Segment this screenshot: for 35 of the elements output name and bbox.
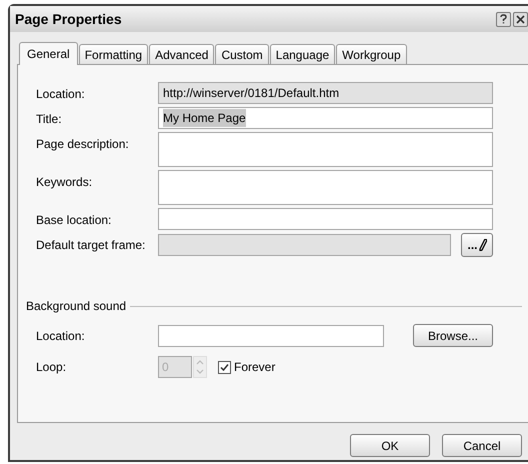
field-label: Keywords:	[36, 174, 94, 191]
group-heading: Background sound	[26, 298, 126, 315]
checkbox-label: Forever	[234, 359, 276, 376]
dialog-button[interactable]: Cancel	[442, 434, 522, 457]
text-area[interactable]	[158, 132, 493, 167]
dialog-button[interactable]: OK	[350, 434, 430, 457]
text-field[interactable]	[158, 324, 384, 346]
field-value: http://winserver/0181/Default.htm	[163, 85, 340, 102]
help-icon	[500, 14, 507, 24]
tab[interactable]: General	[19, 42, 78, 65]
tab[interactable]: Language	[270, 44, 336, 64]
field-label: Title:	[36, 111, 63, 128]
field-label: Loop:	[36, 359, 68, 376]
field-label: Page description:	[36, 136, 130, 153]
browse-button[interactable]: Browse...	[413, 324, 493, 347]
text-field[interactable]	[158, 208, 493, 230]
tab[interactable]: Formatting	[78, 44, 148, 64]
tab[interactable]: Custom	[215, 44, 269, 64]
text-field[interactable]: My Home Page	[158, 107, 493, 129]
help-button[interactable]	[496, 12, 511, 26]
field-label: Location:	[36, 328, 86, 344]
spinner-arrows-icon	[193, 356, 207, 378]
check-icon	[220, 362, 229, 372]
text-area[interactable]	[158, 170, 493, 205]
close-button[interactable]	[513, 12, 528, 26]
tab[interactable]: Workgroup	[336, 44, 407, 64]
pencil-icon	[478, 239, 486, 251]
field-label: Base location:	[36, 212, 112, 229]
window-title: Page Properties	[15, 10, 122, 29]
close-icon	[516, 14, 525, 24]
checkbox[interactable]	[218, 360, 231, 374]
field-value: My Home Page	[163, 109, 246, 127]
field-label: Default target frame:	[36, 237, 146, 254]
field-label: Location:	[36, 86, 86, 103]
tab[interactable]: Advanced	[149, 44, 214, 64]
